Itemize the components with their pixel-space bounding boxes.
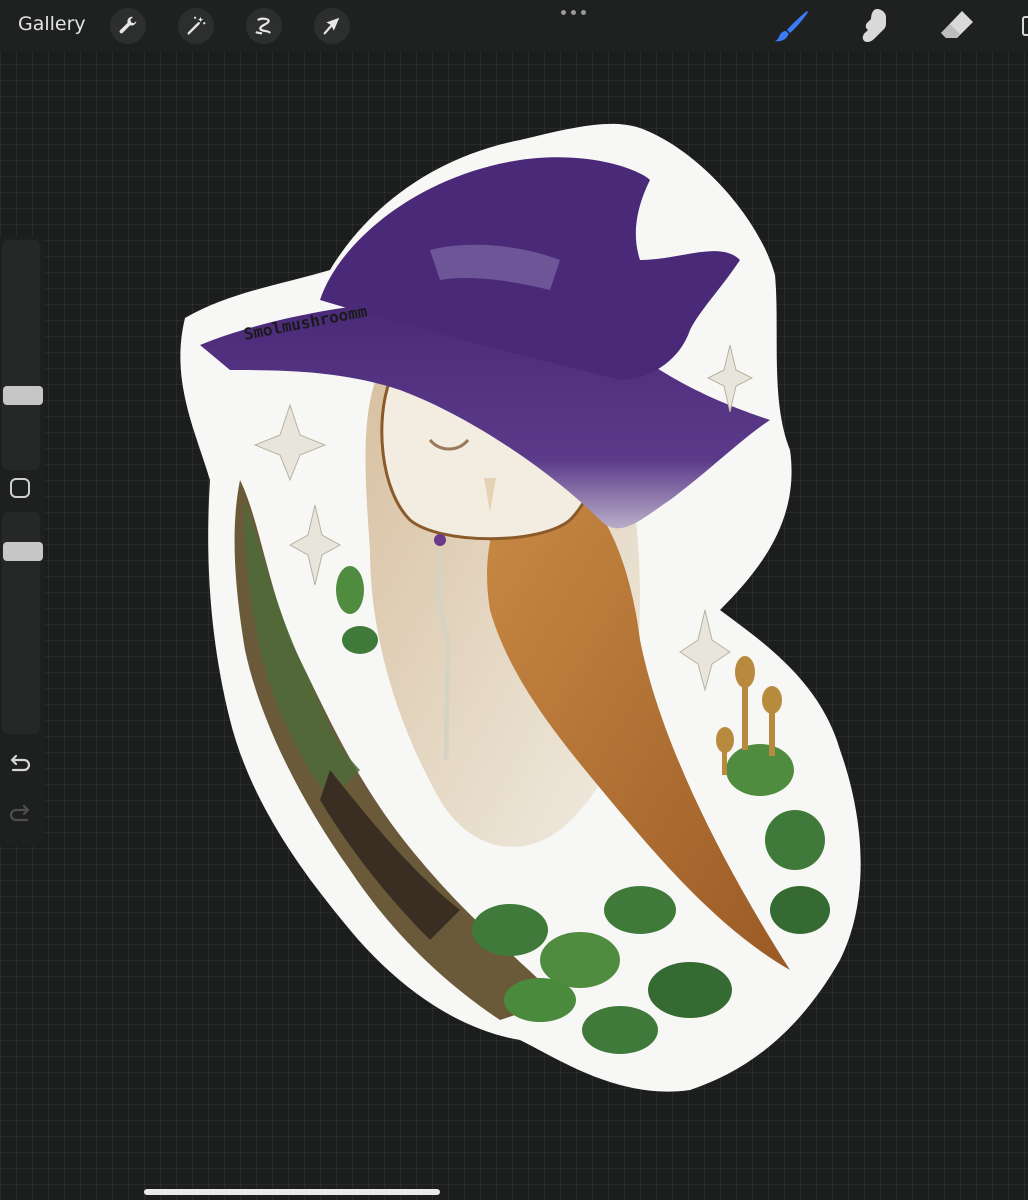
home-indicator[interactable] bbox=[144, 1189, 440, 1195]
canvas-artwork[interactable]: Smolmushroomm bbox=[0, 0, 1028, 1200]
